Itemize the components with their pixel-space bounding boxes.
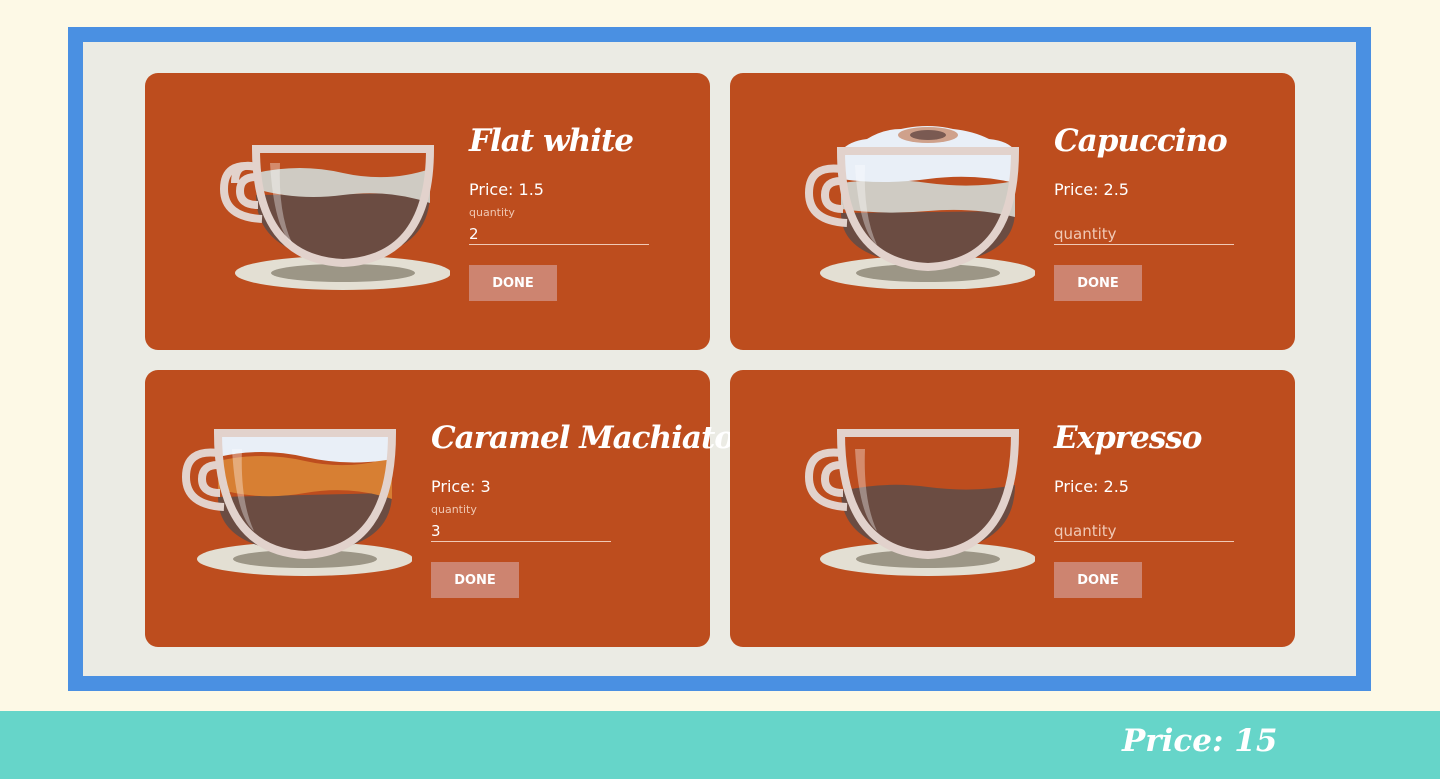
product-info: Capuccino Price: 2.5 DONE: [1054, 119, 1234, 301]
quantity-input[interactable]: [1054, 223, 1234, 245]
flat-white-cup-icon: [219, 145, 450, 290]
product-price: Price: 3: [431, 477, 491, 496]
product-card-expresso: Expresso Price: 2.5 DONE: [730, 370, 1295, 647]
espresso-cup-icon: [804, 429, 1035, 576]
product-name: Caramel Machiato: [431, 420, 735, 456]
product-price: Price: 2.5: [1054, 180, 1129, 199]
quantity-label: [1054, 504, 1234, 516]
quantity-input[interactable]: [1054, 520, 1234, 542]
product-grid-frame: Flat white Price: 1.5 quantity DONE Capu…: [68, 27, 1371, 691]
quantity-input[interactable]: [431, 520, 611, 542]
total-price: Price: 15: [1122, 723, 1278, 759]
product-name: Expresso: [1054, 420, 1202, 456]
done-button[interactable]: DONE: [431, 562, 519, 598]
done-button[interactable]: DONE: [469, 265, 557, 301]
quantity-input[interactable]: [469, 223, 649, 245]
product-name: Capuccino: [1054, 123, 1228, 159]
product-info: Expresso Price: 2.5 DONE: [1054, 416, 1234, 598]
cappuccino-cup-icon: [804, 126, 1035, 289]
product-price: Price: 2.5: [1054, 477, 1129, 496]
quantity-label: quantity: [469, 206, 515, 219]
caramel-macchiato-cup-icon: [181, 429, 412, 576]
product-card-caramel-machiato: Caramel Machiato Price: 3 quantity DONE: [145, 370, 735, 647]
product-price: Price: 1.5: [469, 180, 544, 199]
done-button[interactable]: DONE: [1054, 562, 1142, 598]
done-button[interactable]: DONE: [1054, 265, 1142, 301]
product-name: Flat white: [469, 123, 634, 159]
quantity-label: [1054, 207, 1234, 219]
footer-bar: Price: 15: [0, 711, 1440, 779]
product-info: Caramel Machiato Price: 3 quantity DONE: [431, 416, 735, 598]
quantity-label: quantity: [431, 503, 477, 516]
product-card-flat-white: Flat white Price: 1.5 quantity DONE: [145, 73, 710, 350]
product-card-capuccino: Capuccino Price: 2.5 DONE: [730, 73, 1295, 350]
product-info: Flat white Price: 1.5 quantity DONE: [469, 119, 649, 301]
